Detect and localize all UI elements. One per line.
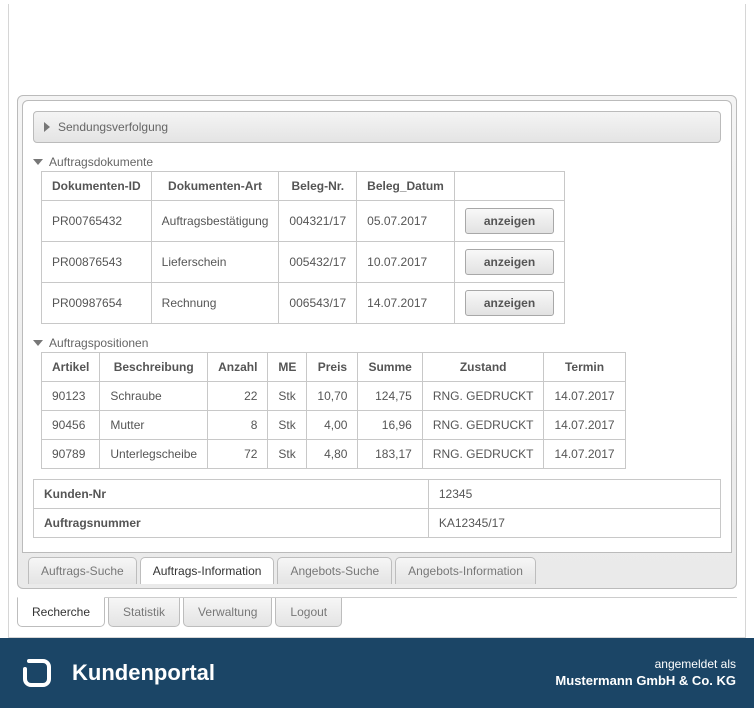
cell-beschr: Schraube [100, 382, 208, 411]
cell-action: anzeigen [454, 242, 564, 283]
cell-anzahl: 8 [208, 411, 268, 440]
logged-in-as-label: angemeldet als [555, 656, 736, 673]
table-row: PR00765432Auftragsbestätigung004321/1705… [42, 201, 565, 242]
kunden-nr-label: Kunden-Nr [34, 480, 429, 509]
subtab-angebots-information[interactable]: Angebots-Information [395, 557, 536, 584]
positions-col-header: Preis [307, 353, 358, 382]
tab-logout[interactable]: Logout [275, 598, 342, 627]
subtab-auftrags-suche[interactable]: Auftrags-Suche [28, 557, 137, 584]
table-row: PR00876543Lieferschein005432/1710.07.201… [42, 242, 565, 283]
documents-col-header [454, 172, 564, 201]
auftragsnummer-label: Auftragsnummer [34, 509, 429, 538]
cell-anzahl: 22 [208, 382, 268, 411]
cell-anzahl: 72 [208, 440, 268, 469]
tab-verwaltung[interactable]: Verwaltung [183, 598, 272, 627]
subtab-angebots-suche[interactable]: Angebots-Suche [277, 557, 392, 584]
show-button[interactable]: anzeigen [465, 290, 554, 316]
kunden-nr-value: 12345 [428, 480, 720, 509]
cell-datum: 14.07.2017 [357, 283, 455, 324]
documents-title: Auftragsdokumente [49, 155, 153, 169]
cell-summe: 124,75 [358, 382, 422, 411]
documents-section: Auftragsdokumente Dokumenten-IDDokumente… [33, 153, 721, 324]
positions-col-header: Anzahl [208, 353, 268, 382]
sub-content: Kunden-Nr 12345 Auftragsnummer KA12345/1… [22, 100, 732, 553]
cell-belegnr: 004321/17 [279, 201, 357, 242]
positions-col-header: Termin [544, 353, 625, 382]
cell-action: anzeigen [454, 201, 564, 242]
documents-table: Dokumenten-IDDokumenten-ArtBeleg-Nr.Bele… [41, 171, 565, 324]
positions-title: Auftragspositionen [49, 336, 148, 350]
sub-tabs: Auftrags-Suche Auftrags-Information Ange… [22, 553, 732, 584]
sub-panel: Auftrags-Suche Auftrags-Information Ange… [17, 95, 737, 589]
positions-toggle[interactable]: Auftragspositionen [33, 334, 721, 352]
tab-statistik[interactable]: Statistik [108, 598, 180, 627]
cell-preis: 10,70 [307, 382, 358, 411]
documents-col-header: Dokumenten-ID [42, 172, 152, 201]
content-panel: Recherche Statistik Verwaltung Logout Au… [8, 4, 746, 638]
cell-artikel: 90456 [42, 411, 100, 440]
cell-artikel: 90123 [42, 382, 100, 411]
cell-zustand: RNG. GEDRUCKT [422, 382, 544, 411]
app-title: Kundenportal [72, 660, 555, 686]
chevron-down-icon [33, 159, 43, 165]
positions-table: ArtikelBeschreibungAnzahlMEPreisSummeZus… [41, 352, 626, 469]
table-row: PR00987654Rechnung006543/1714.07.2017 anz… [42, 283, 565, 324]
positions-col-header: Beschreibung [100, 353, 208, 382]
logged-in-company: Mustermann GmbH & Co. KG [555, 672, 736, 690]
tracking-title: Sendungsverfolgung [58, 120, 168, 134]
cell-summe: 183,17 [358, 440, 422, 469]
positions-col-header: ME [268, 353, 307, 382]
table-row: 90789Unterlegscheibe72Stk4,80183,17RNG. … [42, 440, 626, 469]
cell-art: Auftragsbestätigung [151, 201, 279, 242]
tracking-toggle[interactable]: Sendungsverfolgung [33, 111, 721, 143]
cell-zustand: RNG. GEDRUCKT [422, 411, 544, 440]
positions-col-header: Summe [358, 353, 422, 382]
documents-col-header: Beleg-Nr. [279, 172, 357, 201]
positions-col-header: Zustand [422, 353, 544, 382]
cell-id: PR00765432 [42, 201, 152, 242]
tab-recherche[interactable]: Recherche [17, 597, 105, 627]
show-button[interactable]: anzeigen [465, 208, 554, 234]
cell-termin: 14.07.2017 [544, 411, 625, 440]
login-info: angemeldet als Mustermann GmbH & Co. KG [555, 656, 736, 691]
main-tabs: Recherche Statistik Verwaltung Logout [17, 597, 737, 627]
cell-preis: 4,00 [307, 411, 358, 440]
cell-art: Rechnung [151, 283, 279, 324]
order-info-table: Kunden-Nr 12345 Auftragsnummer KA12345/1… [33, 479, 721, 538]
documents-col-header: Dokumenten-Art [151, 172, 279, 201]
chevron-down-icon [33, 340, 43, 346]
cell-preis: 4,80 [307, 440, 358, 469]
cell-me: Stk [268, 440, 307, 469]
table-row: 90123Schraube22Stk10,70124,75RNG. GEDRUC… [42, 382, 626, 411]
cell-beschr: Unterlegscheibe [100, 440, 208, 469]
cell-termin: 14.07.2017 [544, 382, 625, 411]
subtab-auftrags-information[interactable]: Auftrags-Information [140, 557, 275, 584]
cell-me: Stk [268, 382, 307, 411]
cell-zustand: RNG. GEDRUCKT [422, 440, 544, 469]
chevron-right-icon [44, 122, 50, 132]
header: Kundenportal angemeldet als Mustermann G… [0, 638, 754, 708]
documents-col-header: Beleg_Datum [357, 172, 455, 201]
cell-action: anzeigen [454, 283, 564, 324]
cell-beschr: Mutter [100, 411, 208, 440]
cell-id: PR00987654 [42, 283, 152, 324]
cell-datum: 05.07.2017 [357, 201, 455, 242]
documents-toggle[interactable]: Auftragsdokumente [33, 153, 721, 171]
cell-summe: 16,96 [358, 411, 422, 440]
cell-termin: 14.07.2017 [544, 440, 625, 469]
cell-datum: 10.07.2017 [357, 242, 455, 283]
positions-col-header: Artikel [42, 353, 100, 382]
cell-artikel: 90789 [42, 440, 100, 469]
show-button[interactable]: anzeigen [465, 249, 554, 275]
logo-icon [18, 654, 56, 692]
auftragsnummer-value: KA12345/17 [428, 509, 720, 538]
cell-me: Stk [268, 411, 307, 440]
cell-id: PR00876543 [42, 242, 152, 283]
cell-belegnr: 006543/17 [279, 283, 357, 324]
positions-section: Auftragspositionen ArtikelBeschreibungAn… [33, 334, 721, 469]
cell-art: Lieferschein [151, 242, 279, 283]
table-row: 90456Mutter8Stk4,0016,96RNG. GEDRUCKT14.… [42, 411, 626, 440]
cell-belegnr: 005432/17 [279, 242, 357, 283]
